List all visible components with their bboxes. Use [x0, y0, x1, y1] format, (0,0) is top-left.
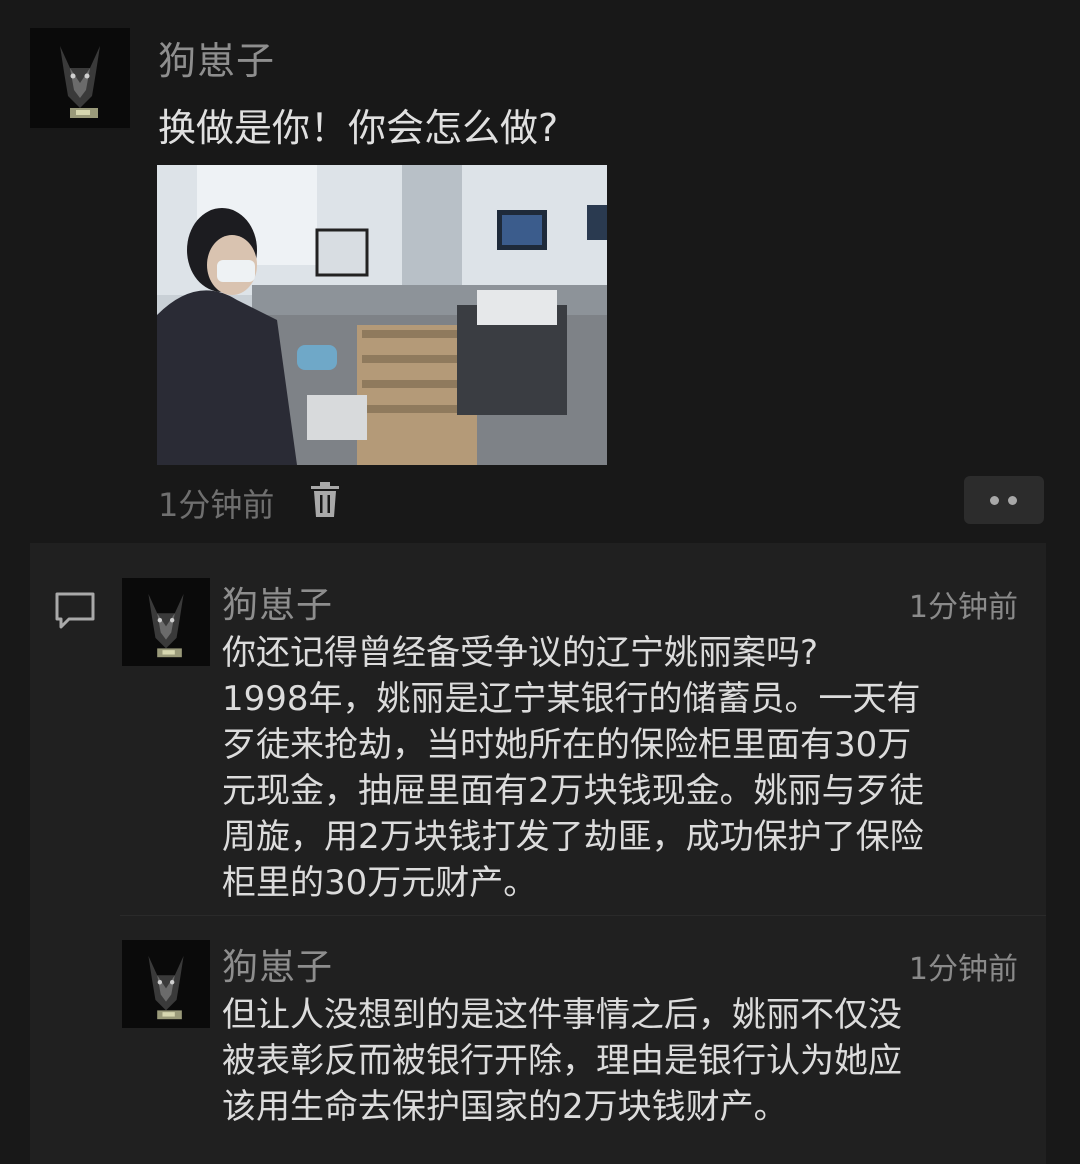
comment-author-name[interactable]: 狗崽子 [222, 576, 333, 628]
comment-bubble-icon [55, 592, 95, 629]
post-text: 换做是你！你会怎么做? [158, 106, 559, 150]
post-timestamp: 1分钟前 [158, 486, 275, 524]
comment-timestamp: 1分钟前 [908, 952, 1018, 987]
dog-avatar-icon [122, 578, 210, 666]
comment-line: 1998年，姚丽是辽宁某银行的储蓄员。一天有 [222, 679, 921, 719]
comment-line: 元现金，抽屉里面有2万块钱现金。姚丽与歹徒 [222, 771, 924, 811]
trash-icon[interactable] [308, 482, 342, 518]
more-options-button[interactable] [964, 476, 1044, 524]
dog-avatar-icon [122, 940, 210, 1028]
comment-author-avatar[interactable] [122, 940, 210, 1028]
comment-line: 柜里的30万元财产。 [222, 863, 538, 903]
more-dot-icon [1008, 496, 1017, 505]
comment-line: 被表彰反而被银行开除，理由是银行认为她应 [222, 1041, 902, 1081]
comment-author-avatar[interactable] [122, 578, 210, 666]
comment-line: 歹徒来抢劫，当时她所在的保险柜里面有30万 [222, 725, 912, 765]
comment-line: 你还记得曾经备受争议的辽宁姚丽案吗? [222, 633, 819, 673]
comment-timestamp: 1分钟前 [908, 590, 1018, 625]
comment-author-name[interactable]: 狗崽子 [222, 938, 333, 990]
comment-line: 周旋，用2万块钱打发了劫匪，成功保护了保险 [222, 817, 924, 857]
comment-line: 该用生命去保护国家的2万块钱财产。 [222, 1087, 788, 1127]
comment-divider [120, 915, 1046, 916]
post-author-avatar[interactable] [30, 28, 130, 128]
more-dot-icon [990, 496, 999, 505]
comment-line: 但让人没想到的是这件事情之后，姚丽不仅没 [222, 995, 902, 1035]
post-author-name[interactable]: 狗崽子 [158, 30, 275, 85]
comment-text: 但让人没想到的是这件事情之后，姚丽不仅没 被表彰反而被银行开除，理由是银行认为她… [222, 992, 1027, 1130]
dog-avatar-icon [30, 28, 130, 128]
post-photo[interactable] [157, 165, 607, 465]
moments-post-page: 狗崽子 换做是你！你会怎么做? 1分钟前 狗崽子 1分钟前 你还记得曾经备受争议… [0, 0, 1080, 1164]
bank-teller-photo-icon [157, 165, 607, 465]
comment-text: 你还记得曾经备受争议的辽宁姚丽案吗? 1998年，姚丽是辽宁某银行的储蓄员。一天… [222, 630, 1027, 906]
